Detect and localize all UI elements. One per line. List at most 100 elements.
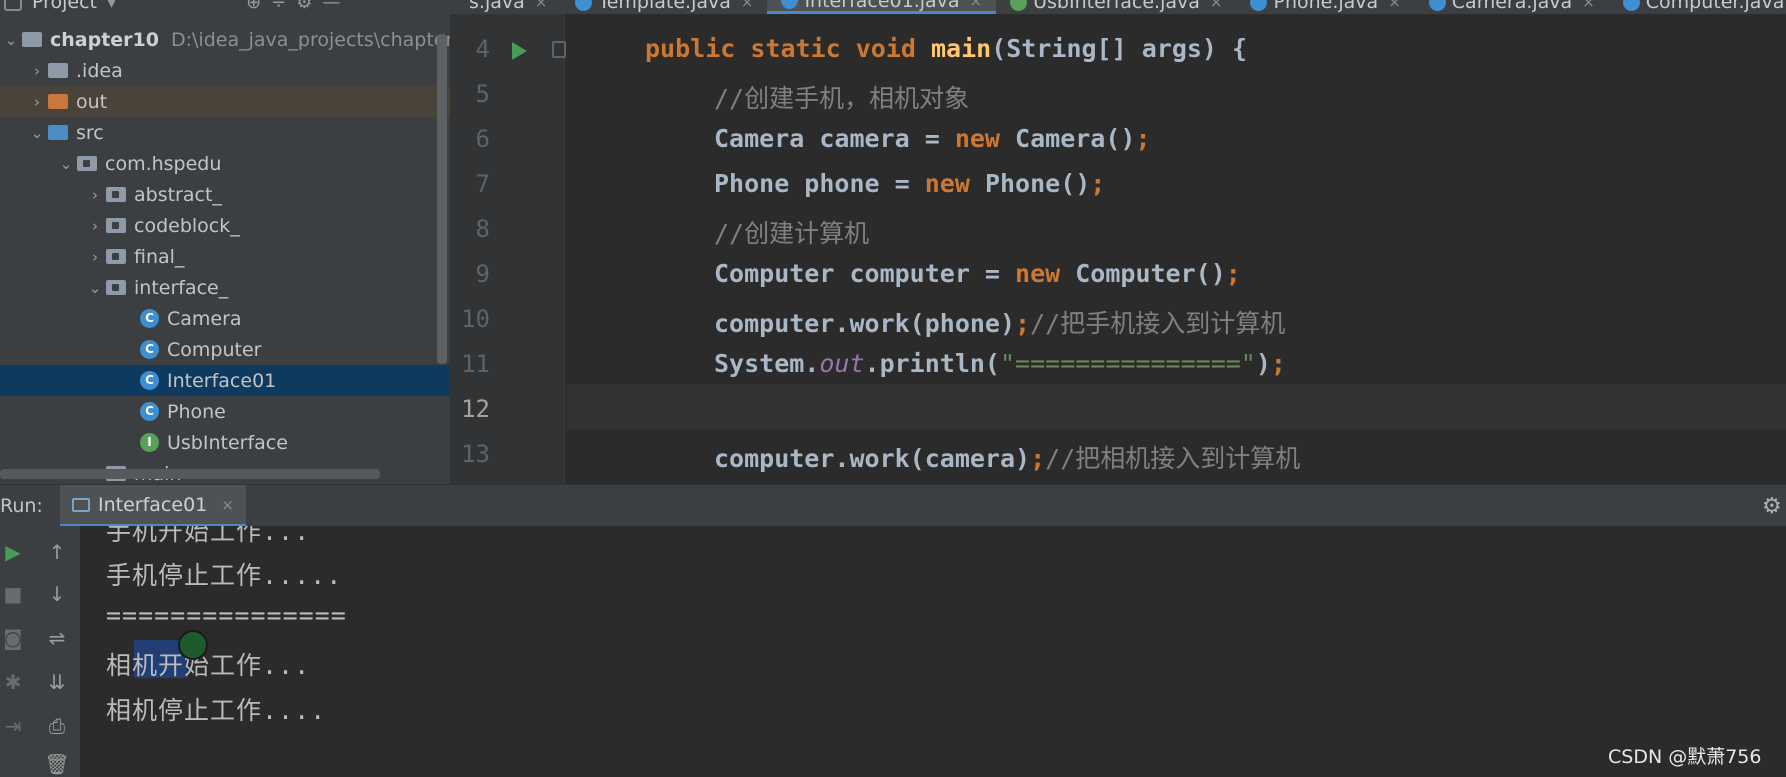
debug-icon[interactable]: ✱ (0, 670, 26, 694)
class-icon (1250, 0, 1268, 11)
tree-item-out[interactable]: › out (0, 86, 450, 117)
close-icon[interactable]: × (970, 0, 983, 10)
console-line: 相机开始工作... (106, 651, 311, 680)
code-line-11: System.out.println("==============="); (714, 349, 1286, 378)
close-icon[interactable]: × (221, 496, 234, 514)
module-folder-icon (22, 32, 42, 47)
chevron-right-icon[interactable]: › (26, 62, 48, 80)
semicolon: ; (1015, 309, 1031, 338)
tab-interface01-java[interactable]: Interface01.java × (767, 0, 997, 14)
run-panel-header: Run: Interface01 × ⚙ (0, 484, 1786, 527)
chevron-down-icon[interactable]: ⌄ (26, 124, 48, 142)
chevron-down-icon[interactable]: ▾ (107, 0, 116, 13)
line-number: 6 (475, 125, 490, 153)
run-tab-label: Interface01 (98, 493, 208, 516)
tab-label: Computer.java (1645, 0, 1785, 13)
chevron-right-icon[interactable]: › (84, 248, 106, 266)
folder-icon (48, 63, 68, 78)
code-editor[interactable]: 4 5 6 7 8 9 10 11 12 13 public static vo… (450, 14, 1786, 484)
package-icon (106, 280, 126, 295)
class-icon (1428, 0, 1446, 11)
close-icon[interactable]: × (1210, 0, 1223, 11)
gear-icon[interactable]: ⚙ (1762, 494, 1782, 519)
tree-item-interface[interactable]: ⌄ interface_ (84, 272, 229, 303)
watermark: CSDN @默萧756 (1608, 746, 1762, 768)
minimize-icon[interactable]: — (322, 0, 340, 13)
tree-path: D:\idea_java_projects\chapter (171, 28, 450, 51)
class-icon: C (140, 402, 159, 421)
tab-template-java[interactable]: Template.java × (561, 0, 767, 14)
code-text: computer.work(phone) (714, 309, 1016, 338)
keyword: public (645, 34, 751, 63)
tree-item-codeblock[interactable]: › codeblock_ (84, 210, 240, 241)
code-text: Computer() (1075, 259, 1226, 288)
tree-item-src[interactable]: ⌄ src (26, 117, 104, 148)
keyword: new (954, 124, 1016, 153)
chevron-right-icon[interactable]: › (26, 93, 48, 111)
tab-s-java[interactable]: s.java × (455, 0, 561, 14)
class-icon (1622, 0, 1640, 11)
static-field: out (819, 349, 865, 378)
tab-label: Phone.java (1273, 0, 1379, 13)
tree-horizontal-scrollbar[interactable] (0, 469, 380, 479)
string-literal: "===============" (999, 349, 1256, 378)
chevron-down-icon[interactable]: ⌄ (55, 155, 77, 173)
project-tool-label[interactable]: Project (32, 0, 97, 13)
globe-icon[interactable]: ⊕ (246, 0, 261, 13)
tab-label: s.java (469, 0, 525, 13)
soft-wrap-icon[interactable]: ⇌ (44, 626, 70, 650)
tree-item-interface01[interactable]: C Interface01 (0, 365, 450, 396)
class-icon: C (140, 309, 159, 328)
gear-icon[interactable]: ⚙ (296, 0, 312, 13)
tree-item-final[interactable]: › final_ (84, 241, 184, 272)
run-tab-interface01[interactable]: Interface01 × (60, 485, 246, 527)
tree-item-computer[interactable]: C Computer (140, 334, 261, 365)
close-icon[interactable]: × (1388, 0, 1401, 11)
tab-camera-java[interactable]: Camera.java × (1415, 0, 1609, 14)
tab-label: Camera.java (1451, 0, 1573, 13)
tree-item-idea[interactable]: › .idea (26, 55, 123, 86)
print-icon[interactable]: ⎙ (44, 714, 70, 738)
trash-icon[interactable]: 🗑 (44, 752, 70, 776)
close-icon[interactable]: × (535, 0, 548, 11)
tree-item-com-hspedu[interactable]: ⌄ com.hspedu (55, 148, 222, 179)
code-text: System. (714, 349, 820, 378)
bookmark-icon[interactable] (552, 41, 566, 58)
tab-usbinterface-java[interactable]: UsbInterface.java × (996, 0, 1236, 14)
tab-phone-java[interactable]: Phone.java × (1236, 0, 1414, 14)
tree-root-chapter10[interactable]: ⌄ chapter10 D:\idea_java_projects\chapte… (0, 24, 450, 55)
code-text: Camera() (1015, 124, 1136, 153)
code-line-10: computer.work(phone);//把手机接入到计算机 (714, 304, 1285, 340)
scroll-to-end-icon[interactable]: ⇊ (44, 670, 70, 694)
arrow-down-icon[interactable]: ↓ (44, 582, 70, 606)
source-folder-icon (48, 125, 68, 140)
collapse-icon[interactable]: ÷ (271, 0, 286, 13)
tree-item-usbinterface[interactable]: I UsbInterface (140, 427, 288, 458)
arrow-up-icon[interactable]: ↑ (44, 540, 70, 564)
chevron-down-icon[interactable]: ⌄ (84, 279, 106, 297)
chevron-right-icon[interactable]: › (84, 217, 106, 235)
run-gutter-icon[interactable] (512, 42, 527, 60)
tree-item-abstract[interactable]: › abstract_ (84, 179, 222, 210)
stop-icon[interactable]: ■ (0, 582, 26, 606)
exit-icon[interactable]: ⇥ (0, 714, 26, 738)
project-tree: ⌄ chapter10 D:\idea_java_projects\chapte… (0, 14, 450, 484)
console-line: 手机开始工作... (106, 526, 311, 546)
class-icon (781, 0, 799, 9)
tree-item-camera[interactable]: C Camera (140, 303, 242, 334)
close-icon[interactable]: × (1582, 0, 1595, 11)
close-icon[interactable]: × (741, 0, 754, 11)
camera-icon[interactable]: ◙ (0, 626, 26, 650)
tab-computer-java[interactable]: Computer.java× (1609, 0, 1786, 14)
line-number: 13 (461, 440, 490, 468)
rerun-icon[interactable]: ▶ (0, 540, 26, 564)
tree-item-phone[interactable]: C Phone (140, 396, 226, 427)
tree-vertical-scrollbar[interactable] (437, 34, 447, 364)
chevron-right-icon[interactable]: › (84, 186, 106, 204)
code-line-9: Computer computer = new Computer(); (714, 259, 1241, 288)
console-output[interactable]: 手机开始工作... 手机停止工作..... =============== 相机… (80, 526, 1786, 777)
folder-icon (48, 94, 68, 109)
code-text: computer.work(camera) (714, 444, 1031, 473)
runnable-class-icon: C (140, 371, 159, 390)
chevron-down-icon[interactable]: ⌄ (0, 31, 22, 49)
